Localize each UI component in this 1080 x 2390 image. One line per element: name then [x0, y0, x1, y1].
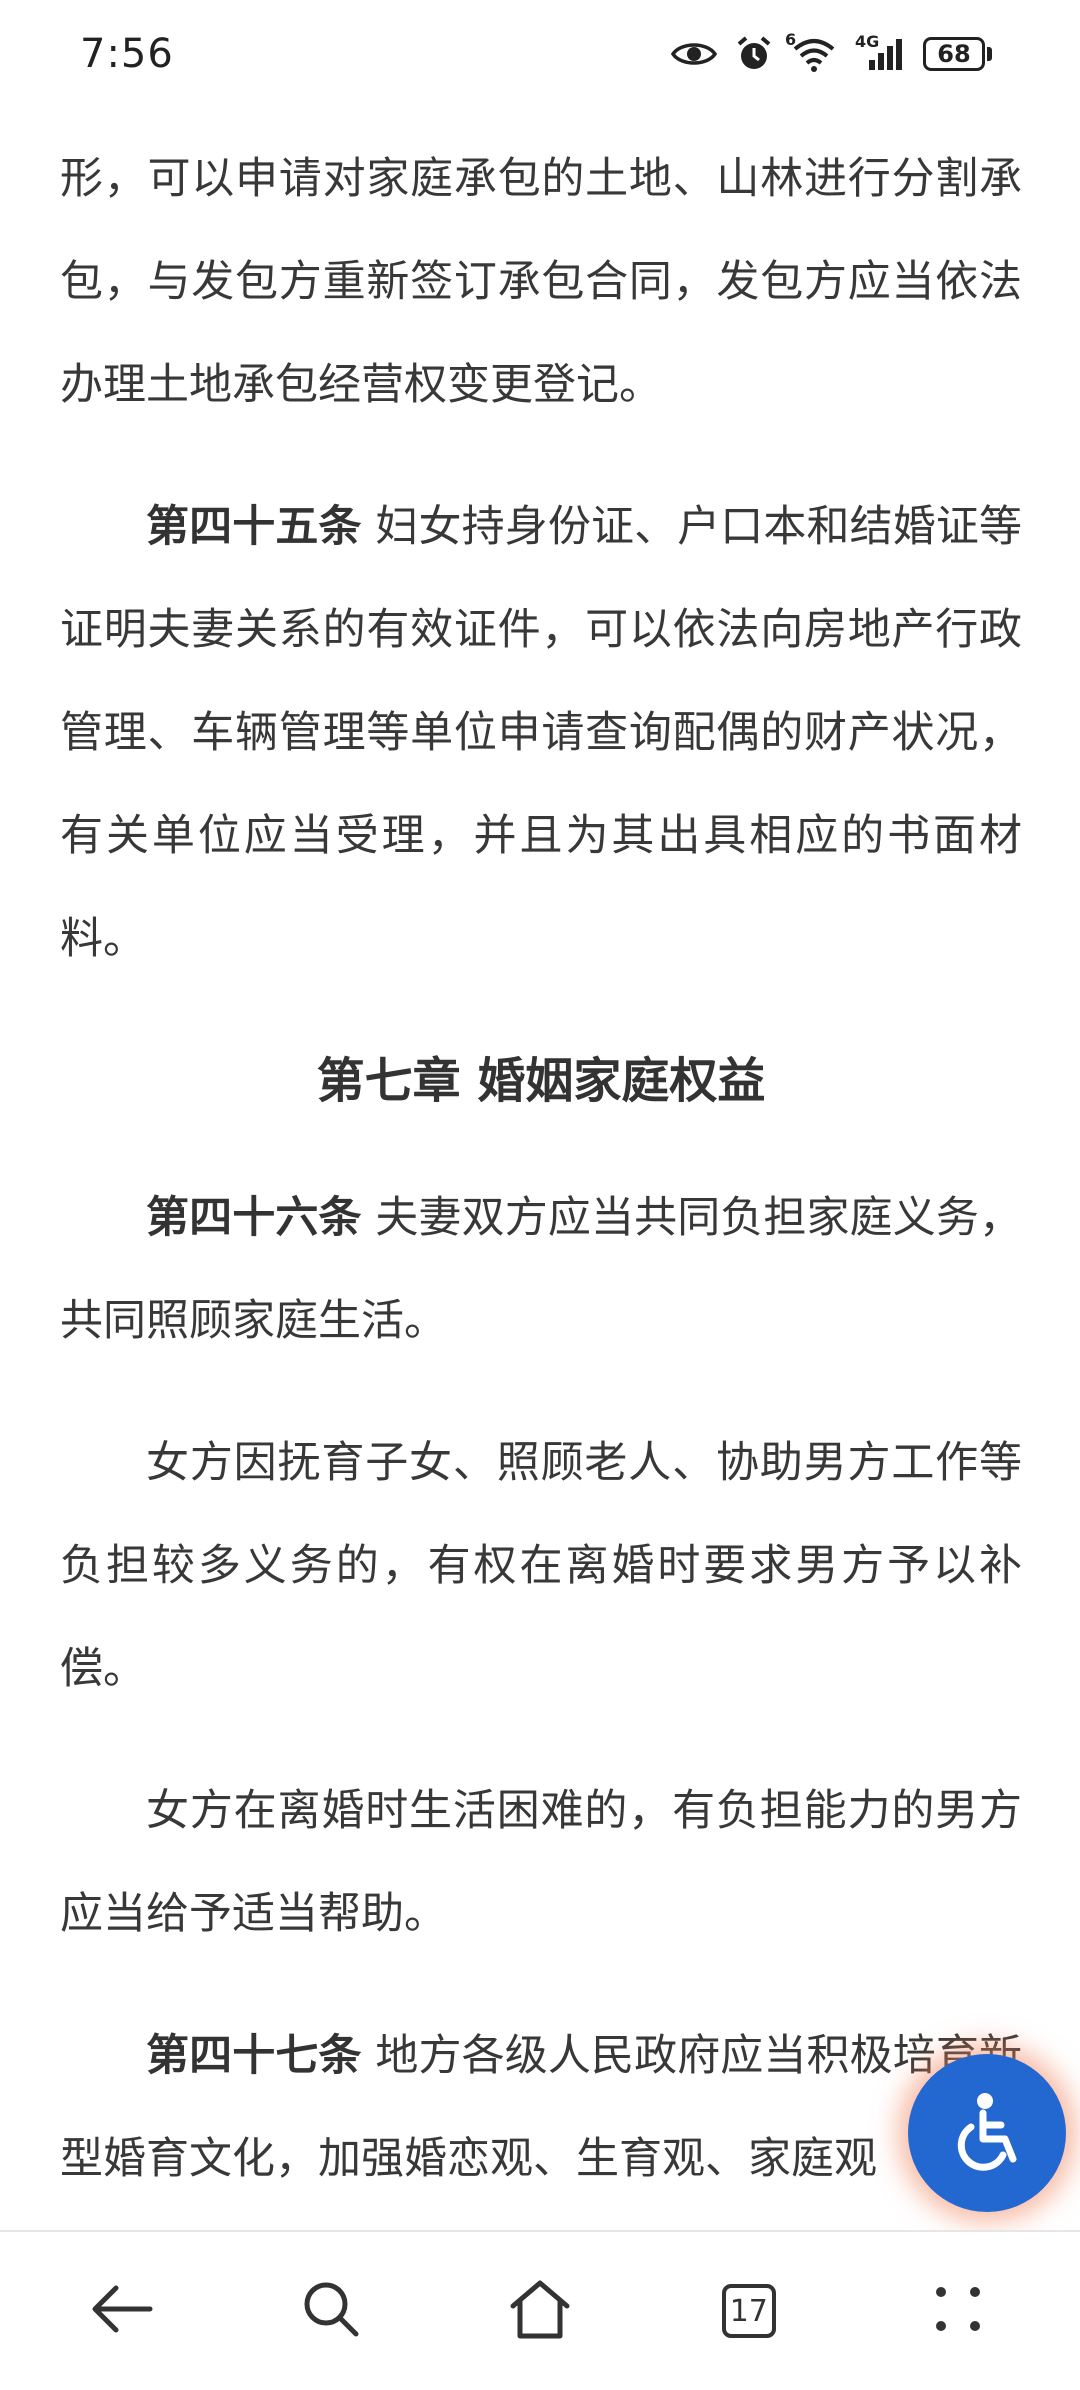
search-icon	[301, 2279, 361, 2343]
status-icons: 6 4G 68	[671, 30, 992, 73]
article-number: 第四十五条	[146, 502, 362, 552]
more-icon	[933, 2284, 983, 2338]
battery-icon: 68	[923, 37, 992, 71]
signal-label: 4G	[855, 32, 880, 51]
accessibility-icon	[945, 2089, 1029, 2177]
article-number: 第四十六条	[146, 1193, 362, 1243]
home-icon	[508, 2278, 572, 2344]
search-button[interactable]	[276, 2256, 386, 2366]
article-text: 妇女持身份证、户口本和结婚证等证明夫妻关系的有效证件，可以依法向房地产行政管理、…	[60, 502, 1023, 964]
status-bar: 7:56 6 4G 68	[0, 0, 1080, 108]
more-button[interactable]	[903, 2256, 1013, 2366]
paragraph-article-47: 第四十七条 地方各级人民政府应当积极培育新型婚育文化，加强婚恋观、生育观、家庭观	[60, 2005, 1022, 2211]
paragraph: 女方因抚育子女、照顾老人、协助男方工作等负担较多义务的，有权在离婚时要求男方予以…	[60, 1438, 1022, 1694]
cellular-signal-icon: 4G	[855, 32, 905, 72]
back-arrow-icon	[90, 2283, 154, 2339]
paragraph-article-45: 第四十五条 妇女持身份证、户口本和结婚证等证明夫妻关系的有效证件，可以依法向房地…	[60, 476, 1022, 991]
chapter-title: 第七章 婚姻家庭权益	[316, 1053, 766, 1109]
paragraph: 女方在离婚时生活困难的，有负担能力的男方应当给予适当帮助。	[60, 1786, 1022, 1939]
bottom-nav: 17	[0, 2230, 1080, 2390]
wifi-label: 6	[785, 30, 797, 49]
eye-icon	[671, 39, 717, 69]
article-number: 第四十七条	[146, 2031, 362, 2081]
tabs-button[interactable]: 17	[694, 2256, 804, 2366]
back-button[interactable]	[67, 2256, 177, 2366]
paragraph-article-46: 第四十六条 夫妻双方应当共同负担家庭义务，共同照顾家庭生活。	[60, 1167, 1022, 1373]
wifi-icon: 6	[785, 30, 837, 72]
tabs-icon: 17	[721, 2284, 776, 2338]
alarm-icon	[735, 35, 773, 73]
article-content: 形，可以申请对家庭承包的土地、山林进行分割承包，与发包方重新签订承包合同，发包方…	[60, 128, 1022, 2211]
status-time: 7:56	[80, 31, 174, 77]
battery-level: 68	[923, 37, 985, 71]
accessibility-button[interactable]	[908, 2054, 1066, 2212]
home-button[interactable]	[485, 2256, 595, 2366]
paragraph: 形，可以申请对家庭承包的土地、山林进行分割承包，与发包方重新签订承包合同，发包方…	[60, 154, 1022, 410]
